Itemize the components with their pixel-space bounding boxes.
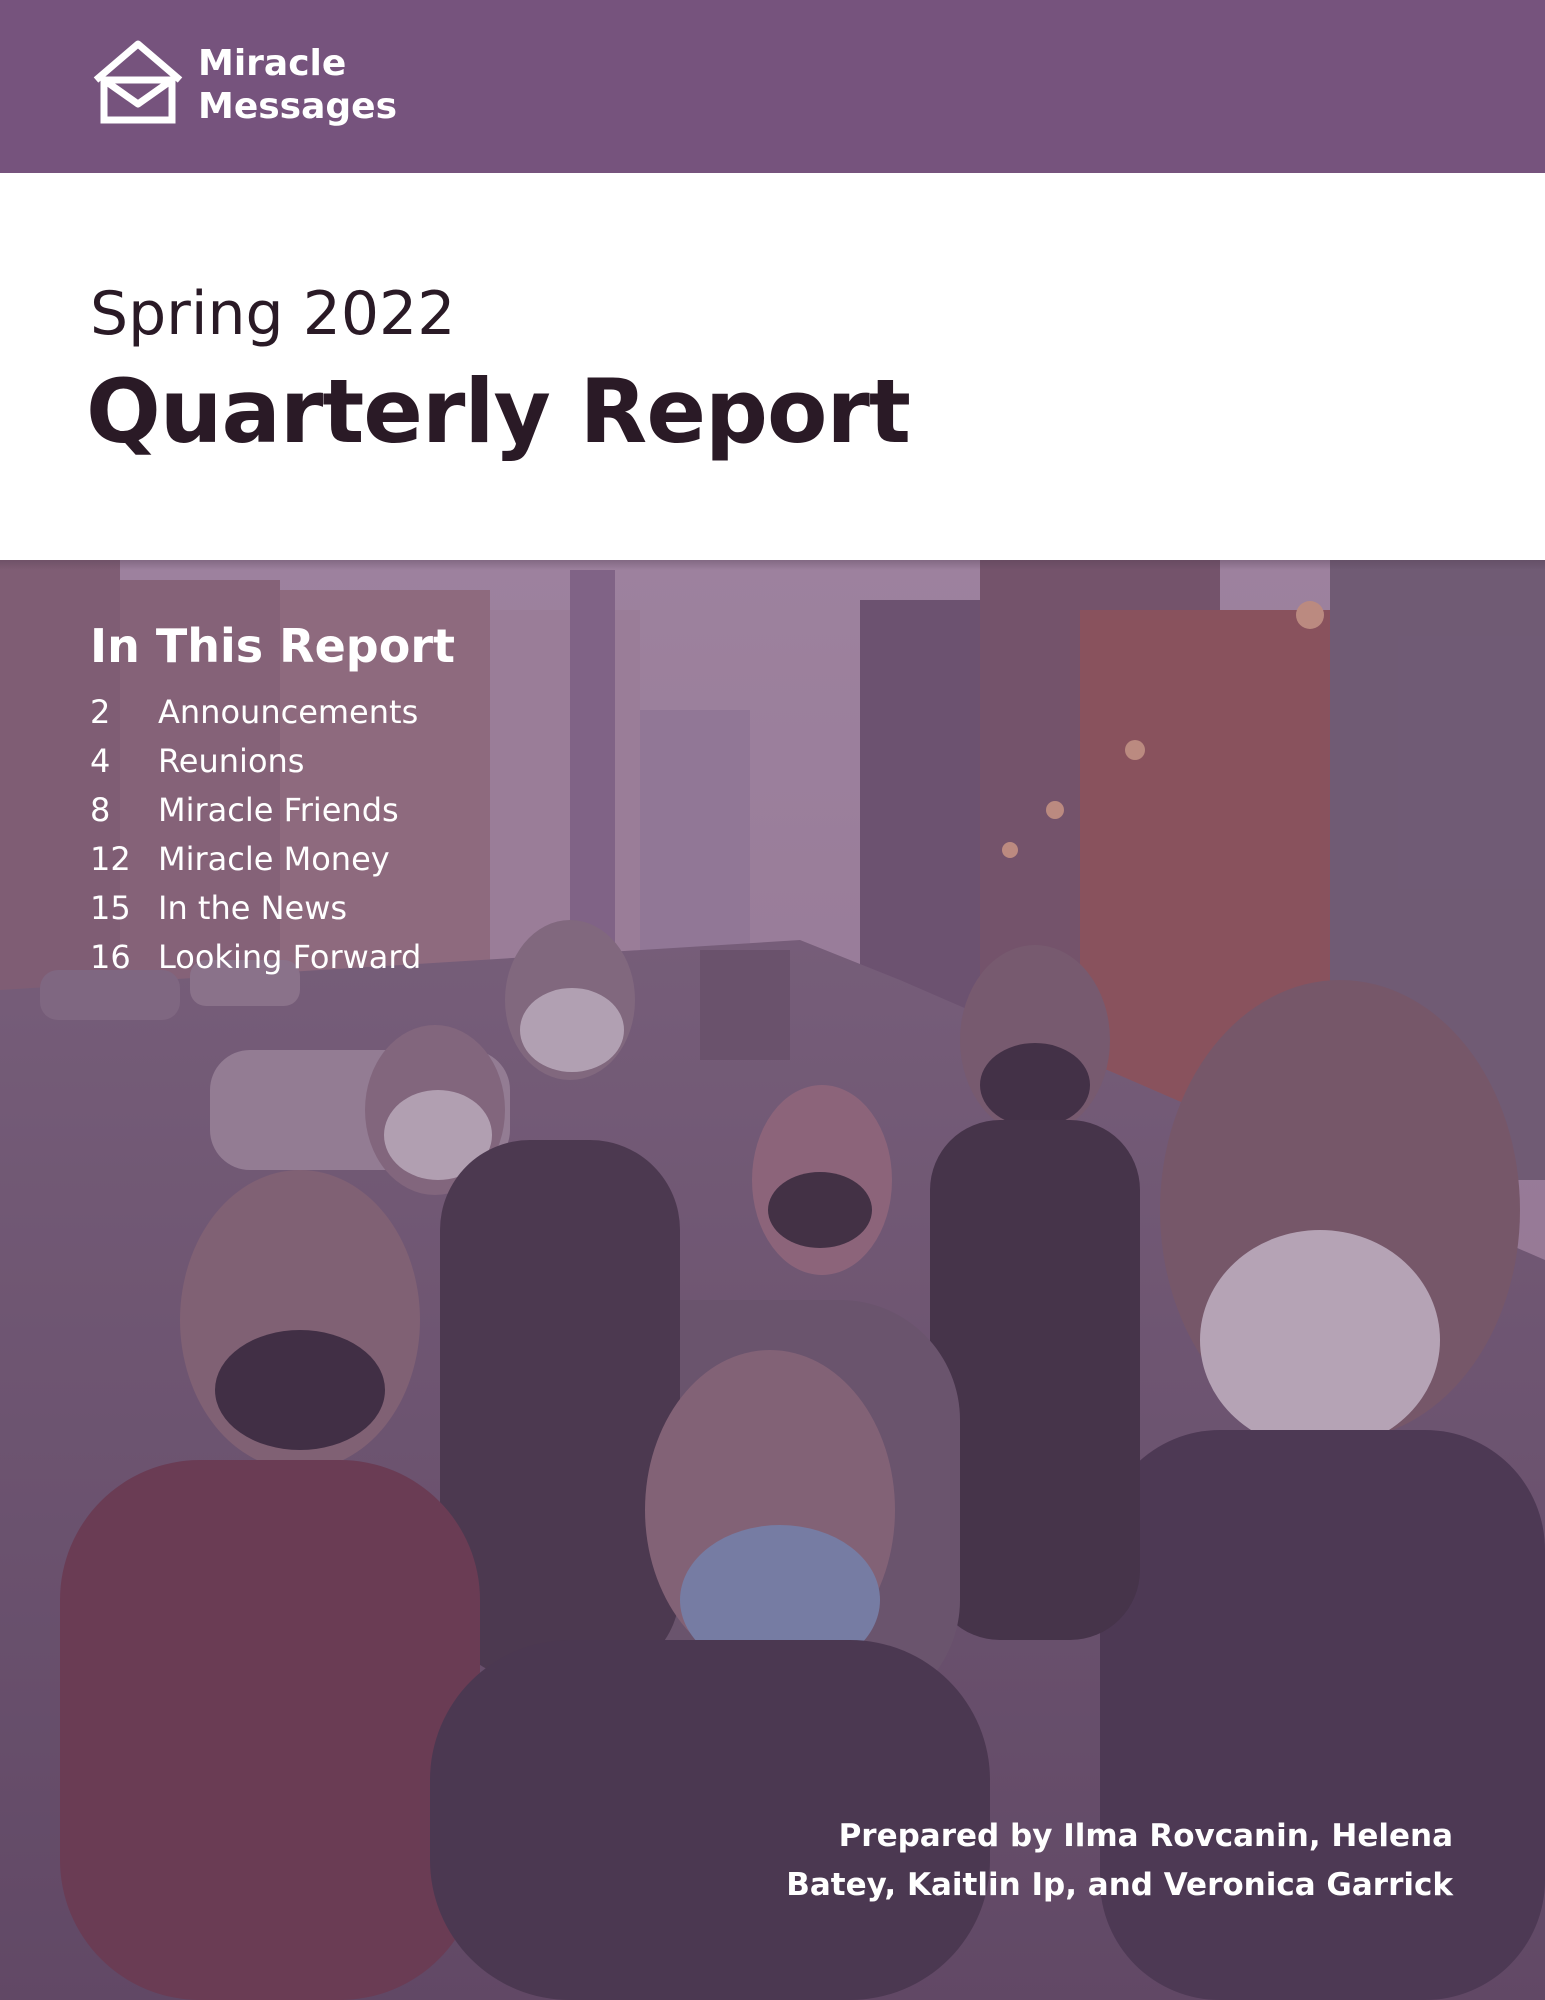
toc-label: Looking Forward [158, 938, 422, 976]
photo-top-shadow [0, 560, 1545, 570]
report-title: Quarterly Report [86, 360, 911, 463]
toc-page-number: 2 [90, 693, 111, 731]
toc-item[interactable]: 4 Reunions [90, 737, 455, 786]
brand-logo-text: Miracle Messages [198, 42, 397, 128]
header-bar: Miracle Messages [0, 0, 1545, 173]
house-envelope-icon [93, 40, 183, 124]
toc-item[interactable]: 2 Announcements [90, 688, 455, 737]
toc-item[interactable]: 12 Miracle Money [90, 835, 455, 884]
brand-name-line2: Messages [198, 86, 398, 127]
toc-label: Reunions [158, 742, 305, 780]
toc-page-number: 8 [90, 791, 111, 829]
toc-page-number: 16 [90, 938, 131, 976]
toc-item[interactable]: 16 Looking Forward [90, 933, 455, 982]
toc-label: Miracle Money [158, 840, 390, 878]
toc-page-number: 4 [90, 742, 111, 780]
toc-label: Announcements [158, 693, 419, 731]
brand-name-line1: Miracle [198, 43, 347, 84]
toc-item[interactable]: 15 In the News [90, 884, 455, 933]
credits-line: Prepared by Ilma Rovcanin, Helena [838, 1818, 1453, 1854]
toc-page-number: 15 [90, 889, 131, 927]
toc-heading: In This Report [90, 619, 455, 673]
report-credits: Prepared by Ilma Rovcanin, Helena Batey,… [693, 1812, 1453, 1910]
toc-page-number: 12 [90, 840, 131, 878]
report-subtitle: Spring 2022 [90, 279, 456, 349]
credits-line: Batey, Kaitlin Ip, and Veronica Garrick [786, 1867, 1453, 1903]
toc-label: Miracle Friends [158, 791, 399, 829]
table-of-contents: In This Report 2 Announcements 4 Reunion… [90, 618, 455, 982]
toc-label: In the News [158, 889, 348, 927]
toc-item[interactable]: 8 Miracle Friends [90, 786, 455, 835]
